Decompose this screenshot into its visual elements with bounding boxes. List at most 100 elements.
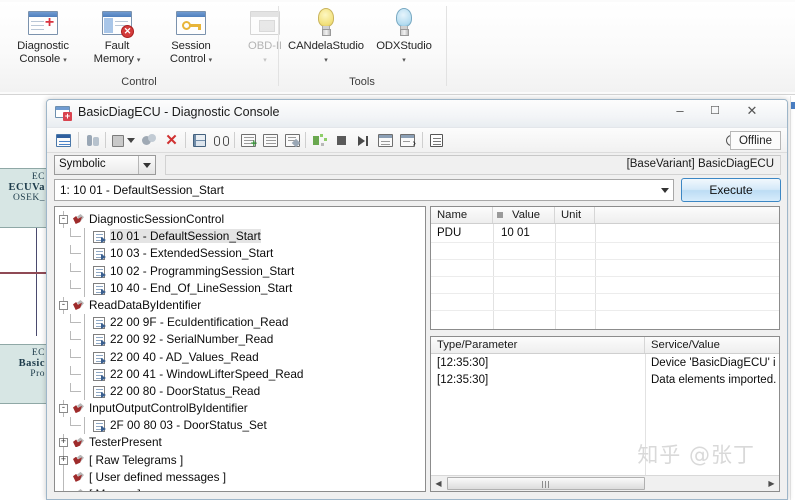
service-tree-panel[interactable]: - DiagnosticSessionControl 10 01 - Default… bbox=[54, 206, 426, 492]
chevron-down-icon[interactable] bbox=[138, 156, 155, 174]
chevron-down-icon[interactable]: ▾ bbox=[209, 57, 213, 64]
step-button[interactable] bbox=[354, 131, 373, 150]
open-diag-button[interactable] bbox=[110, 131, 136, 150]
pdu-icon bbox=[93, 317, 106, 330]
tree-guide-line bbox=[70, 322, 81, 324]
add-row-button[interactable]: + bbox=[239, 131, 258, 150]
maximize-button[interactable]: ☐ bbox=[700, 100, 730, 122]
toolbar-separator-3 bbox=[185, 132, 186, 148]
tree-node[interactable]: 22 00 40 - AD_Values_Read bbox=[59, 348, 425, 366]
pdu-icon bbox=[93, 282, 106, 295]
tree-node[interactable]: + TesterPresent bbox=[59, 434, 425, 452]
console-button[interactable] bbox=[54, 131, 73, 150]
tree-node[interactable]: [ Macros ] bbox=[59, 486, 425, 491]
column-header-name[interactable]: Name bbox=[431, 207, 493, 223]
chevron-down-icon[interactable]: ▾ bbox=[63, 57, 67, 64]
column-header-blank[interactable] bbox=[595, 207, 779, 223]
tree-node[interactable]: [ User defined messages ] bbox=[59, 468, 425, 486]
mode-combo[interactable]: Symbolic bbox=[54, 155, 156, 175]
export-button[interactable]: › bbox=[398, 131, 417, 150]
tree-node[interactable]: 10 01 - DefaultSession_Start bbox=[59, 228, 425, 246]
ribbon-button-fault-memory[interactable]: ✕ Fault Memory ▾ bbox=[80, 6, 154, 72]
service-icon bbox=[72, 214, 85, 226]
start-button[interactable] bbox=[310, 131, 329, 150]
ribbon-button-candela-studio[interactable]: CANdelaStudio ▾ bbox=[284, 6, 368, 72]
ribbon-button-diagnostic-console[interactable]: + Diagnostic Console ▾ bbox=[6, 6, 80, 72]
service-tree[interactable]: - DiagnosticSessionControl 10 01 - Default… bbox=[55, 207, 425, 491]
column-header-value[interactable]: Value bbox=[493, 207, 555, 223]
background-window-sliver bbox=[790, 96, 795, 500]
connection-status[interactable]: Offline bbox=[729, 131, 781, 150]
trace-grid[interactable]: Type/Parameter Service/Value [12:35:30] … bbox=[430, 336, 780, 492]
execute-button[interactable]: Execute bbox=[681, 178, 781, 202]
tree-node[interactable]: + [ Raw Telegrams ] bbox=[59, 451, 425, 469]
expand-icon[interactable]: + bbox=[59, 438, 68, 448]
chevron-down-icon[interactable]: ▾ bbox=[402, 57, 406, 64]
tree-guide-line bbox=[70, 314, 71, 324]
tree-node[interactable]: 22 00 92 - SerialNumber_Read bbox=[59, 331, 425, 349]
delete-button[interactable]: ✕ bbox=[162, 131, 181, 150]
tree-guide-line bbox=[84, 331, 85, 349]
chevron-down-icon[interactable]: ▾ bbox=[324, 57, 328, 64]
tree-node[interactable]: 22 00 9F - EcuIdentification_Read bbox=[59, 314, 425, 332]
trace-grid-header: Type/Parameter Service/Value bbox=[431, 337, 779, 354]
ribbon-group-tools: CANdelaStudio ▾ ODXStudio ▾ Tools bbox=[282, 2, 442, 90]
tree-node-label: 22 00 41 - WindowLifterSpeed_Read bbox=[110, 366, 304, 381]
tree-guide-line bbox=[70, 228, 71, 238]
ecu-info-button[interactable] bbox=[83, 131, 102, 150]
tree-node[interactable]: 22 00 41 - WindowLifterSpeed_Read bbox=[59, 365, 425, 383]
collapse-icon[interactable]: - bbox=[59, 404, 68, 414]
scroll-right-arrow-icon[interactable]: ▶ bbox=[764, 476, 779, 491]
edit-row-button[interactable] bbox=[283, 131, 302, 150]
chevron-down-icon[interactable]: ▾ bbox=[137, 57, 141, 64]
save-button[interactable] bbox=[190, 131, 209, 150]
ribbon-button-odx-studio[interactable]: ODXStudio ▾ bbox=[368, 6, 440, 72]
parameter-grid[interactable]: Name Value Unit PDU 10 01 bbox=[430, 206, 780, 330]
tree-node[interactable]: 10 40 - End_Of_LineSession_Start bbox=[59, 279, 425, 297]
tree-node[interactable]: 10 03 - ExtendedSession_Start bbox=[59, 245, 425, 263]
ribbon-button-session-control[interactable]: Session Control ▾ bbox=[154, 6, 228, 72]
tree-node[interactable]: 10 02 - ProgrammingSession_Start bbox=[59, 262, 425, 280]
cell-trace-message-1[interactable]: Device 'BasicDiagECU' i bbox=[651, 357, 776, 369]
tree-node[interactable]: 22 00 80 - DoorStatus_Read bbox=[59, 382, 425, 401]
tree-node[interactable]: - ReadDataByIdentifier bbox=[59, 296, 425, 315]
window-title-bar[interactable]: + BasicDiagECU - Diagnostic Console – ☐ … bbox=[47, 100, 787, 128]
config-button[interactable] bbox=[140, 131, 159, 150]
request-combo[interactable]: 1: 10 01 - DefaultSession_Start bbox=[54, 179, 674, 201]
log-button[interactable] bbox=[427, 131, 446, 150]
right-panels: Name Value Unit PDU 10 01 Type/Parameter… bbox=[430, 206, 780, 492]
column-header-type-parameter[interactable]: Type/Parameter bbox=[431, 337, 645, 353]
tree-node[interactable]: - InputOutputControlByIdentifier bbox=[59, 400, 425, 418]
cell-param-name[interactable]: PDU bbox=[437, 227, 461, 239]
scroll-thumb[interactable] bbox=[447, 477, 645, 490]
cell-trace-time-1[interactable]: [12:35:30] bbox=[437, 357, 488, 369]
chevron-down-icon[interactable] bbox=[656, 180, 673, 200]
window-plus-icon: + bbox=[6, 6, 80, 40]
scroll-left-arrow-icon[interactable]: ◀ bbox=[431, 476, 446, 491]
expand-icon[interactable]: + bbox=[59, 455, 68, 465]
collapse-icon[interactable]: - bbox=[59, 300, 68, 310]
insert-row-button[interactable] bbox=[261, 131, 280, 150]
collapse-icon[interactable]: - bbox=[59, 215, 68, 224]
column-header-unit[interactable]: Unit bbox=[555, 207, 595, 223]
tree-guide-line bbox=[84, 417, 85, 435]
toolbar-separator-4 bbox=[234, 132, 235, 148]
cell-param-value[interactable]: 10 01 bbox=[501, 227, 530, 239]
tree-guide-line bbox=[70, 356, 81, 358]
copy-button[interactable] bbox=[376, 131, 395, 150]
tree-node[interactable]: - DiagnosticSessionControl bbox=[59, 211, 425, 229]
watermark-text: 知乎 @张丁 bbox=[637, 443, 755, 467]
stop-button[interactable] bbox=[332, 131, 351, 150]
tree-node[interactable]: 2F 00 80 03 - DoorStatus_Set bbox=[59, 417, 425, 435]
column-header-service-value[interactable]: Service/Value bbox=[645, 337, 779, 353]
chevron-down-icon[interactable]: ▾ bbox=[263, 57, 267, 64]
cell-trace-time-2[interactable]: [12:35:30] bbox=[437, 374, 488, 386]
tree-guide-line bbox=[70, 339, 81, 341]
minimize-button[interactable]: – bbox=[665, 100, 695, 122]
cell-trace-message-2[interactable]: Data elements imported. bbox=[651, 374, 776, 386]
app-root: + Diagnostic Console ▾ ✕ Fault Memory ▾ … bbox=[0, 0, 795, 500]
find-button[interactable] bbox=[212, 131, 231, 150]
trace-horizontal-scrollbar[interactable]: ◀ ▶ bbox=[431, 475, 779, 491]
tree-node-label: 10 03 - ExtendedSession_Start bbox=[110, 246, 274, 261]
close-button[interactable]: ✕ bbox=[737, 100, 767, 122]
